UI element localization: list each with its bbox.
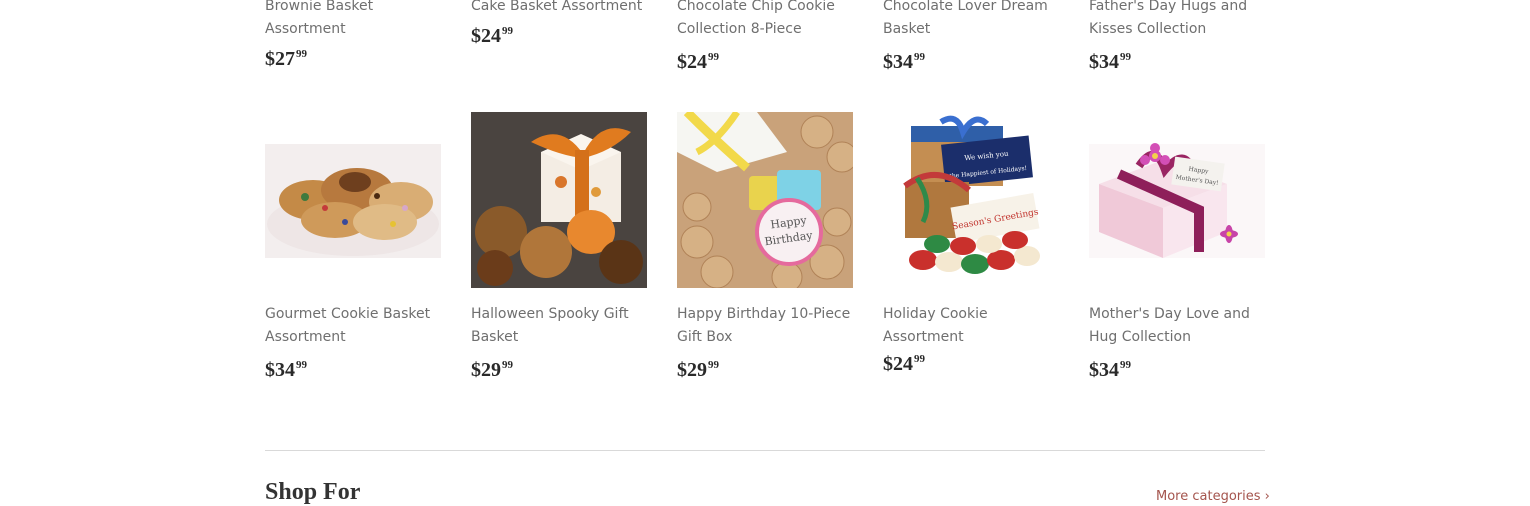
product-title-link[interactable]: Mother's Day Love and Hug Collection xyxy=(1089,303,1265,349)
product-title-link[interactable]: Chocolate Chip Cookie Collection 8-Piece xyxy=(677,0,853,41)
product-price: $2499 xyxy=(677,51,853,75)
product-price: $2499 xyxy=(883,353,1059,377)
price-dollars: $27 xyxy=(265,48,295,70)
halloween-basket-image xyxy=(471,112,647,288)
product-card[interactable]: Father's Day Hugs and Kisses Collection … xyxy=(1089,0,1265,75)
price-cents: 99 xyxy=(502,25,513,37)
product-price: $3499 xyxy=(883,51,1059,75)
price-dollars: $24 xyxy=(677,51,707,73)
price-cents: 99 xyxy=(1120,51,1131,63)
price-cents: 99 xyxy=(914,51,925,63)
product-image-link[interactable]: We wish you the Happiest of Holidays! Se… xyxy=(883,112,1059,288)
product-title-link[interactable]: Halloween Spooky Gift Basket xyxy=(471,303,647,349)
price-cents: 99 xyxy=(914,353,925,365)
price-dollars: $24 xyxy=(883,353,913,375)
price-cents: 99 xyxy=(296,359,307,371)
product-card[interactable]: Chocolate Lover Dream Basket $3499 xyxy=(883,0,1059,75)
product-price: $3499 xyxy=(1089,51,1265,75)
price-dollars: $24 xyxy=(471,25,501,47)
price-dollars: $34 xyxy=(1089,51,1119,73)
price-cents: 99 xyxy=(1120,359,1131,371)
product-image-link[interactable] xyxy=(471,112,647,288)
product-title-link[interactable]: Cake Basket Assortment xyxy=(471,0,647,18)
product-price: $2999 xyxy=(471,359,647,383)
price-dollars: $29 xyxy=(677,359,707,381)
product-card[interactable]: Brownie Basket Assortment $2799 xyxy=(265,0,441,72)
price-cents: 99 xyxy=(296,48,307,60)
product-card[interactable]: Gourmet Cookie Basket Assortment $3499 xyxy=(265,112,441,383)
product-image-link[interactable]: Happy Birthday xyxy=(677,112,853,288)
product-price: $3499 xyxy=(1089,359,1265,383)
price-dollars: $34 xyxy=(883,51,913,73)
birthday-box-image: Happy Birthday xyxy=(677,112,853,288)
product-price: $3499 xyxy=(265,359,441,383)
product-title-link[interactable]: Brownie Basket Assortment xyxy=(265,0,441,41)
price-cents: 99 xyxy=(502,359,513,371)
cookie-basket-image xyxy=(265,144,441,258)
product-image-link[interactable]: Happy Mother's Day! xyxy=(1089,112,1265,288)
product-title-link[interactable]: Gourmet Cookie Basket Assortment xyxy=(265,303,441,349)
price-dollars: $29 xyxy=(471,359,501,381)
holiday-cookie-image: We wish you the Happiest of Holidays! Se… xyxy=(883,112,1059,288)
product-card[interactable]: Happy Birthday Happy Birthday 10-Piece G… xyxy=(677,112,853,383)
product-card[interactable]: Halloween Spooky Gift Basket $2999 xyxy=(471,112,647,383)
price-dollars: $34 xyxy=(1089,359,1119,381)
product-card[interactable]: Happy Mother's Day! Mother's Day Love an… xyxy=(1089,112,1265,383)
shop-for-heading: Shop For xyxy=(265,479,361,505)
price-cents: 99 xyxy=(708,359,719,371)
section-divider xyxy=(265,450,1265,451)
price-cents: 99 xyxy=(708,51,719,63)
product-card[interactable]: We wish you the Happiest of Holidays! Se… xyxy=(883,112,1059,377)
product-image-link[interactable] xyxy=(265,112,441,288)
product-title-link[interactable]: Father's Day Hugs and Kisses Collection xyxy=(1089,0,1265,41)
mothers-day-image: Happy Mother's Day! xyxy=(1089,143,1265,258)
more-categories-link[interactable]: More categories › xyxy=(1156,489,1270,504)
product-title-link[interactable]: Chocolate Lover Dream Basket xyxy=(883,0,1059,41)
product-price: $2799 xyxy=(265,48,441,72)
product-title-link[interactable]: Happy Birthday 10-Piece Gift Box xyxy=(677,303,853,349)
price-dollars: $34 xyxy=(265,359,295,381)
product-title-link[interactable]: Holiday Cookie Assortment xyxy=(883,303,1059,349)
product-price: $2499 xyxy=(471,25,647,49)
product-card[interactable]: Cake Basket Assortment $2499 xyxy=(471,0,647,49)
product-price: $2999 xyxy=(677,359,853,383)
product-card[interactable]: Chocolate Chip Cookie Collection 8-Piece… xyxy=(677,0,853,75)
